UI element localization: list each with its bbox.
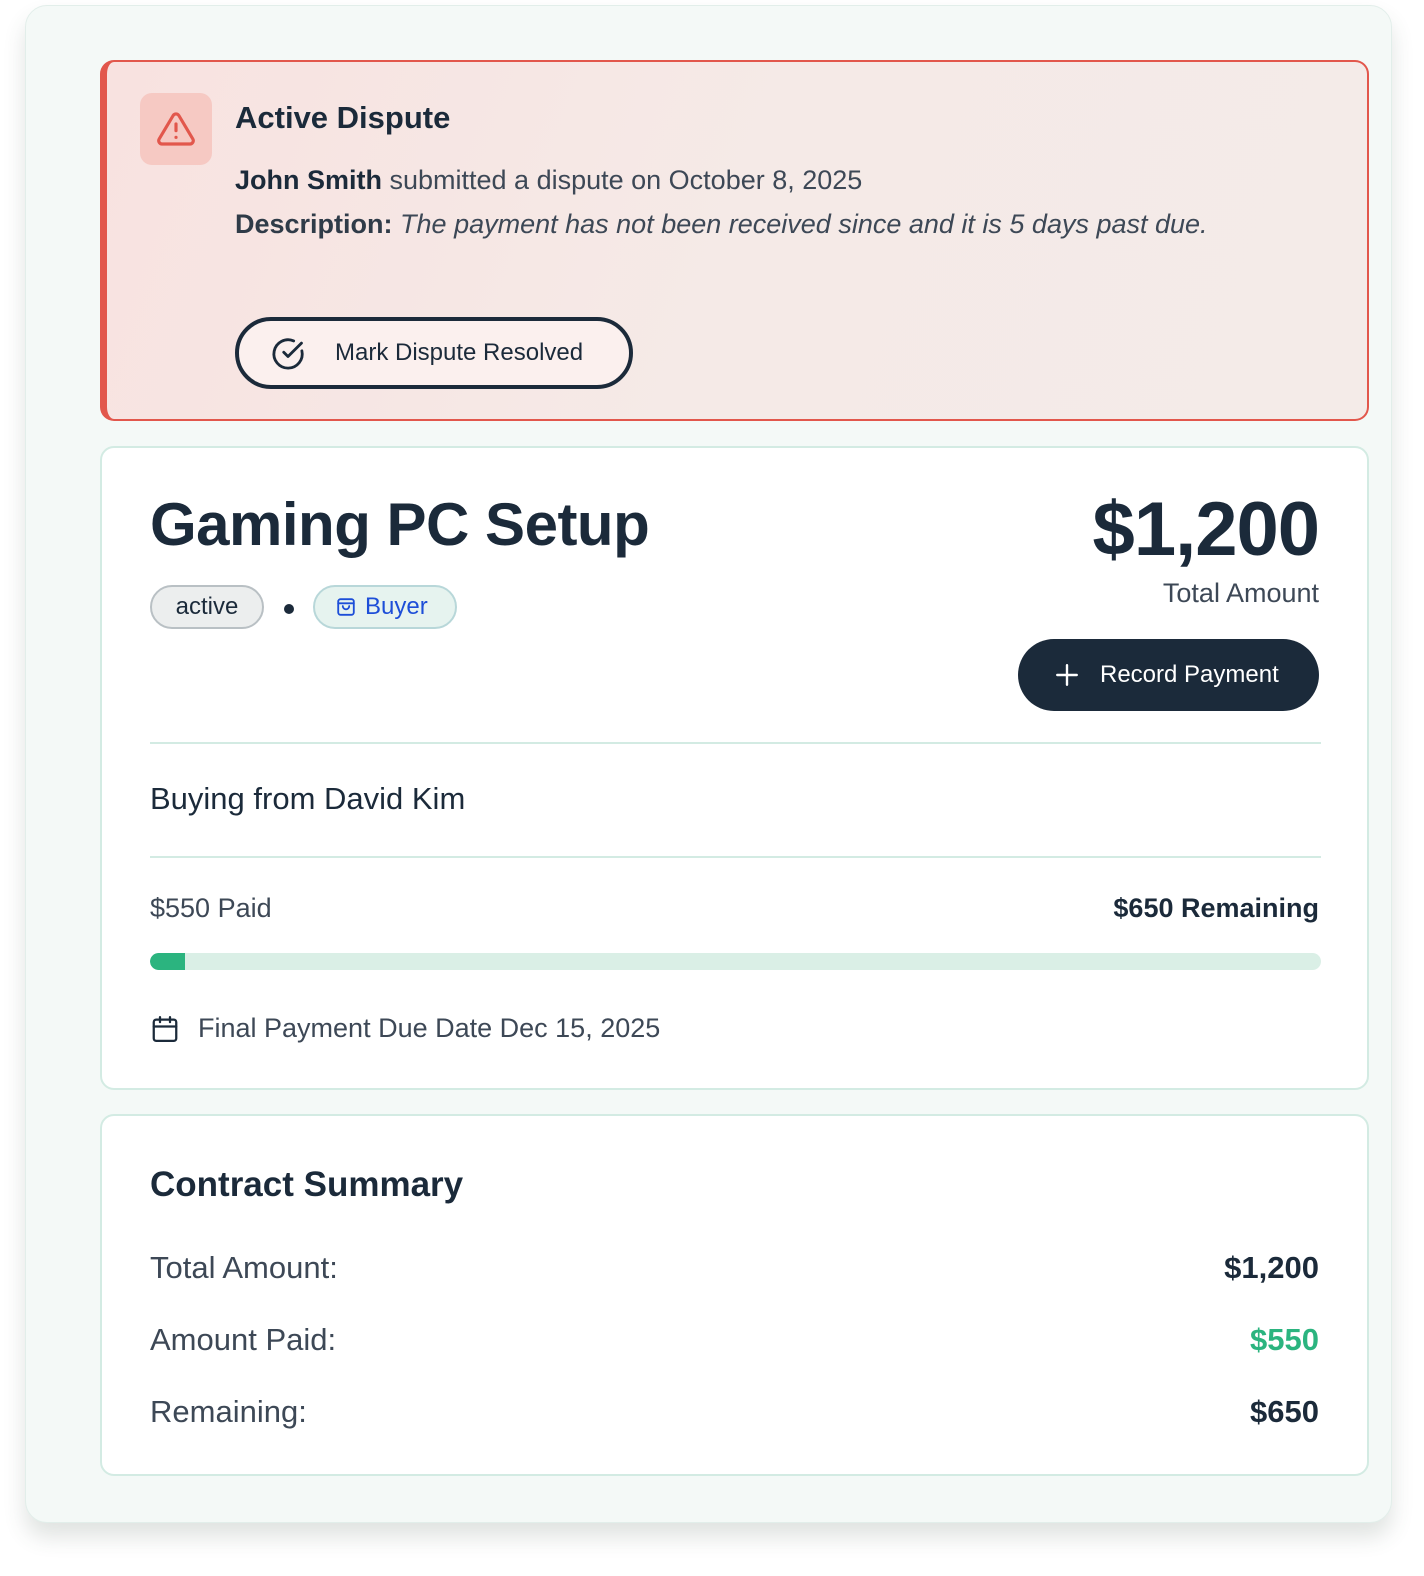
- summary-label: Amount Paid:: [150, 1322, 337, 1357]
- calendar-icon: [152, 1015, 178, 1042]
- summary-title: Contract Summary: [150, 1165, 464, 1204]
- divider: [150, 742, 1321, 744]
- remaining-amount-text: $650 Remaining: [1113, 893, 1319, 923]
- summary-row-total: Total Amount: $1,200: [150, 1250, 1319, 1286]
- due-date-text: Final Payment Due Date Dec 15, 2025: [198, 1013, 661, 1043]
- dispute-description-label: Description:: [235, 209, 393, 239]
- warning-icon-tile: [140, 93, 212, 165]
- status-badge: active: [150, 585, 264, 629]
- dispute-submitted-text: submitted a dispute on October 8, 2025: [382, 165, 863, 195]
- summary-label: Total Amount:: [150, 1250, 338, 1285]
- payment-progress-bar: [150, 953, 1321, 970]
- shopping-bag-icon: [337, 598, 355, 616]
- record-payment-label: Record Payment: [1100, 661, 1279, 688]
- check-circle-icon: [272, 338, 304, 370]
- contract-page-container: Active Dispute John Smith submitted a di…: [25, 5, 1392, 1523]
- dispute-banner: Active Dispute John Smith submitted a di…: [100, 60, 1369, 421]
- dispute-description-line: Description: The payment has not been re…: [235, 209, 1208, 240]
- dispute-submission-line: John Smith submitted a dispute on Octobe…: [235, 165, 862, 196]
- payment-progress-fill: [150, 953, 186, 970]
- mark-dispute-resolved-button[interactable]: Mark Dispute Resolved: [235, 317, 633, 389]
- mark-dispute-resolved-label: Mark Dispute Resolved: [335, 339, 584, 366]
- record-payment-button[interactable]: Record Payment: [1018, 639, 1319, 711]
- total-amount-label: Total Amount: [1162, 578, 1319, 608]
- divider: [150, 856, 1321, 858]
- contract-title: Gaming PC Setup: [150, 491, 650, 558]
- dispute-title: Active Dispute: [235, 100, 451, 135]
- plus-icon: [1056, 664, 1078, 686]
- paid-amount-text: $550 Paid: [150, 893, 272, 923]
- role-badge: Buyer: [313, 585, 457, 629]
- contract-card: Gaming PC Setup active Buyer $1,200 Tota…: [100, 446, 1369, 1090]
- summary-label: Remaining:: [150, 1394, 307, 1429]
- due-date-row: Final Payment Due Date Dec 15, 2025: [150, 1013, 660, 1044]
- summary-row-paid: Amount Paid: $550: [150, 1322, 1319, 1358]
- total-amount: $1,200: [1092, 487, 1320, 572]
- summary-value: $1,200: [1224, 1250, 1319, 1285]
- warning-triangle-icon: [157, 112, 195, 146]
- dispute-description: The payment has not been received since …: [400, 209, 1208, 239]
- role-label: Buyer: [365, 593, 428, 620]
- counterparty-text: Buying from David Kim: [150, 781, 466, 816]
- summary-value: $550: [1250, 1322, 1319, 1357]
- contract-summary-card: Contract Summary Total Amount: $1,200 Am…: [100, 1114, 1369, 1476]
- separator-dot: [284, 604, 294, 614]
- dispute-submitter: John Smith: [235, 165, 382, 195]
- summary-row-remaining: Remaining: $650: [150, 1394, 1319, 1430]
- summary-value: $650: [1250, 1394, 1319, 1429]
